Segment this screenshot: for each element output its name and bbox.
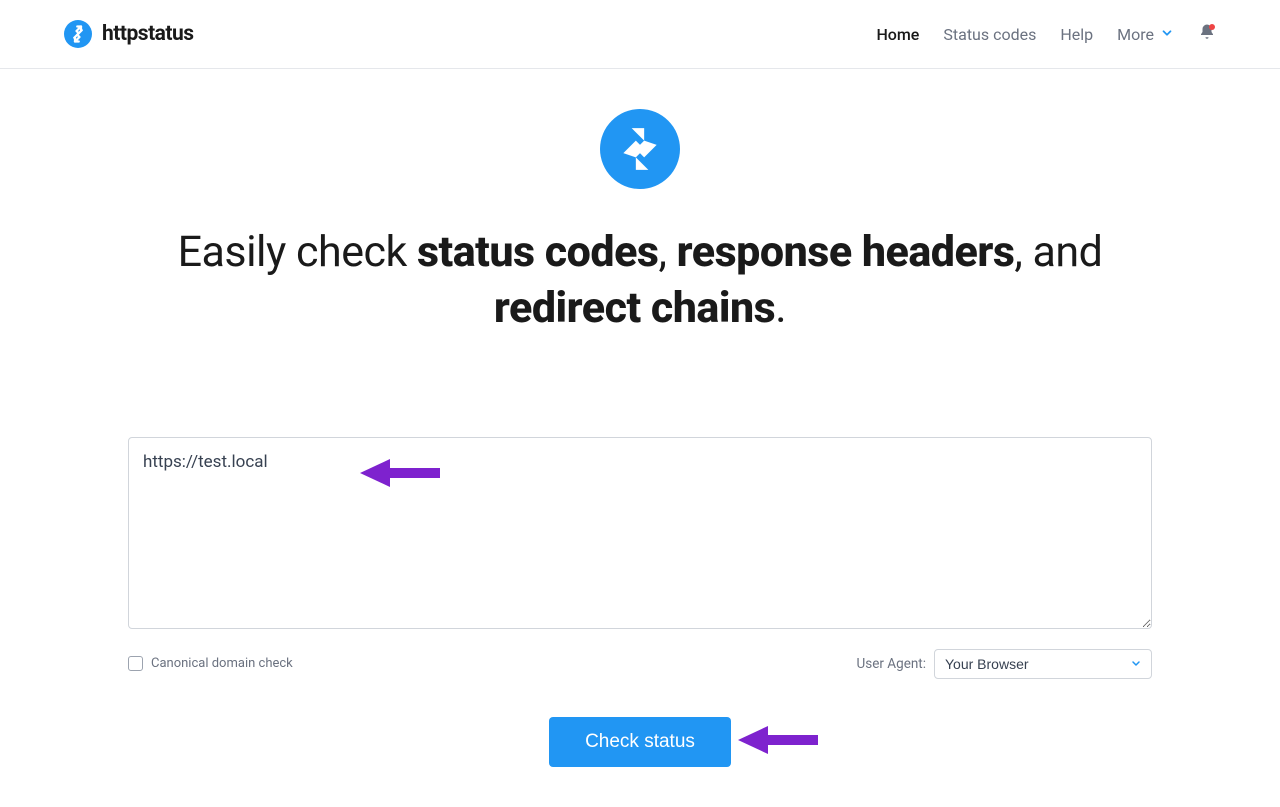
form-controls: Canonical domain check User Agent: Your … bbox=[128, 649, 1152, 679]
logo-text: httpstatus bbox=[102, 22, 194, 46]
canonical-check-group: Canonical domain check bbox=[128, 656, 293, 671]
annotation-arrow-icon bbox=[356, 455, 440, 495]
user-agent-group: User Agent: Your Browser bbox=[857, 649, 1153, 679]
notification-dot bbox=[1209, 24, 1215, 30]
check-status-button[interactable]: Check status bbox=[549, 717, 731, 767]
url-input[interactable] bbox=[128, 437, 1152, 629]
url-form: Canonical domain check User Agent: Your … bbox=[128, 437, 1152, 767]
nav-more[interactable]: More bbox=[1117, 25, 1174, 44]
main-content: Easily check status codes, response head… bbox=[64, 69, 1216, 807]
logo-icon bbox=[64, 20, 92, 48]
hero-section: Easily check status codes, response head… bbox=[128, 109, 1152, 337]
nav-home[interactable]: Home bbox=[876, 25, 919, 44]
nav-more-label: More bbox=[1117, 25, 1154, 44]
nav-help[interactable]: Help bbox=[1060, 25, 1093, 44]
hero-heading: Easily check status codes, response head… bbox=[128, 225, 1152, 337]
page-header: httpstatus Home Status codes Help More bbox=[0, 0, 1280, 69]
user-agent-label: User Agent: bbox=[857, 656, 927, 672]
user-agent-select[interactable]: Your Browser bbox=[934, 649, 1152, 679]
annotation-arrow-icon bbox=[734, 722, 818, 762]
submit-section: Check status bbox=[128, 717, 1152, 767]
canonical-check-label: Canonical domain check bbox=[151, 656, 293, 671]
canonical-checkbox[interactable] bbox=[128, 656, 143, 671]
main-nav: Home Status codes Help More bbox=[876, 23, 1216, 45]
logo[interactable]: httpstatus bbox=[64, 20, 194, 48]
hero-icon bbox=[600, 109, 680, 189]
chevron-down-icon bbox=[1160, 25, 1174, 44]
notifications-icon[interactable] bbox=[1198, 23, 1216, 45]
nav-status-codes[interactable]: Status codes bbox=[943, 25, 1036, 44]
user-agent-select-wrapper: Your Browser bbox=[934, 649, 1152, 679]
